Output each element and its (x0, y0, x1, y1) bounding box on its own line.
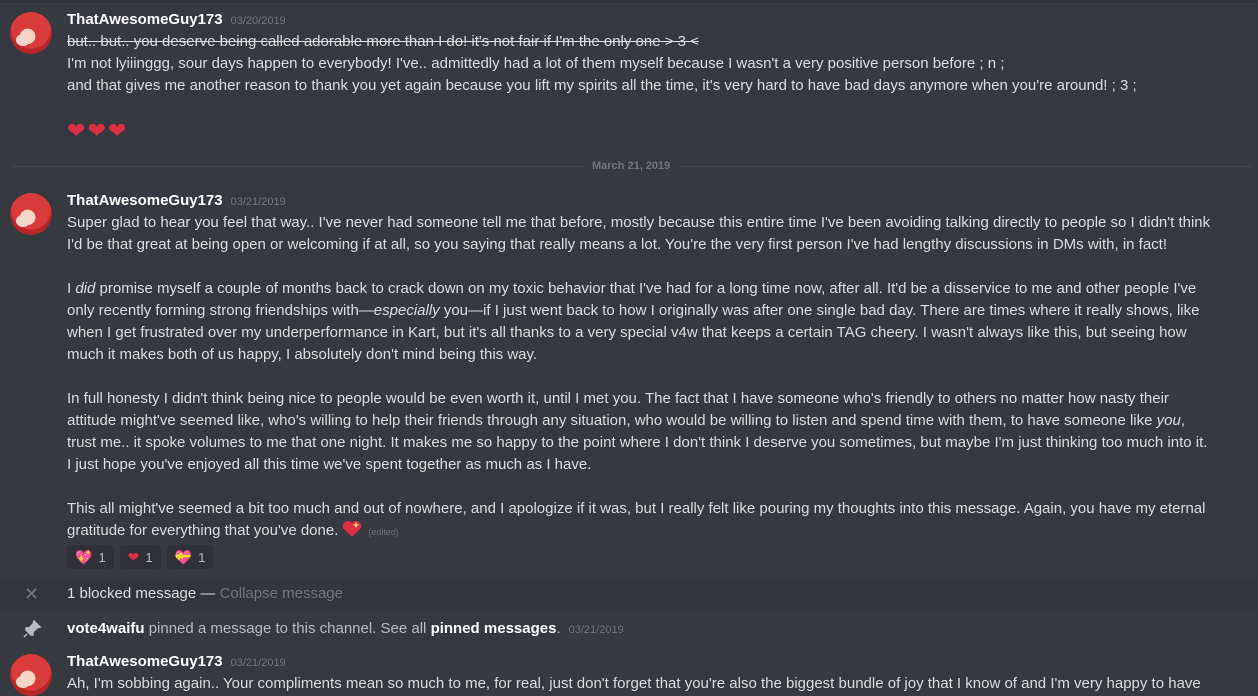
message-header: ThatAwesomeGuy173 03/21/2019 (67, 191, 286, 211)
message-line: Ah, I'm sobbing again.. Your compliments… (67, 675, 1201, 692)
message-line: I'd be that great at being open or welco… (67, 236, 1168, 253)
timestamp: 03/21/2019 (568, 624, 624, 636)
close-icon[interactable]: ✕ (24, 584, 39, 605)
user-avatar[interactable] (10, 654, 52, 696)
date-divider-label: March 21, 2019 (584, 158, 679, 174)
reaction-count: 1 (145, 549, 153, 565)
pin-username[interactable]: vote4waifu (67, 620, 145, 637)
message-line: only recently forming strong friendships… (67, 302, 1200, 319)
message-text: gratitude for everything that you've don… (67, 522, 339, 539)
timestamp: 03/21/2019 (230, 196, 286, 208)
timestamp: 03/21/2019 (230, 657, 286, 669)
message-line: and that gives me another reason to than… (67, 77, 1137, 94)
message-line: when I get frustrated over my underperfo… (67, 324, 1187, 341)
message-line: I just hope you've enjoyed all this time… (67, 456, 592, 473)
top-border (0, 0, 1258, 3)
sparkling-heart-icon: 💖 (75, 548, 93, 565)
user-avatar[interactable] (10, 12, 52, 54)
collapse-message-link[interactable]: Collapse message (220, 585, 343, 602)
heart-emoji-icon: ❤ (67, 118, 86, 143)
message-line: Super glad to hear you feel that way.. I… (67, 214, 1211, 231)
reaction-sparkling-heart[interactable]: 💖 1 (67, 545, 114, 569)
blocked-count: 1 blocked message — (67, 585, 220, 602)
message-line: In full honesty I didn't think being nic… (67, 390, 1169, 407)
pin-notice: vote4waifu pinned a message to this chan… (67, 619, 624, 640)
message-line: but.. but.. you deserve being called ado… (67, 33, 699, 50)
user-avatar[interactable] (10, 193, 52, 235)
message-header: ThatAwesomeGuy173 03/21/2019 (67, 652, 286, 672)
reaction-count: 1 (98, 549, 106, 565)
message-line: much it makes both of us happy, I absolu… (67, 346, 538, 363)
edited-label: (edited) (368, 527, 399, 537)
heart-with-ribbon-icon: 💝 (174, 548, 193, 565)
username[interactable]: ThatAwesomeGuy173 (67, 653, 223, 670)
sparkling-heart-icon (342, 520, 362, 538)
heart-emoji-icon: ❤ (87, 118, 106, 143)
reaction-heart-with-ribbon[interactable]: 💝 1 (166, 545, 214, 569)
emoji-row: ❤ ❤ ❤ (67, 118, 126, 144)
username[interactable]: ThatAwesomeGuy173 (67, 11, 223, 28)
reactions-bar: 💖 1 ❤ 1 💝 1 (67, 545, 214, 569)
pin-notice-punct: . (556, 620, 561, 637)
pin-icon (22, 619, 42, 639)
message-header: ThatAwesomeGuy173 03/20/2019 (67, 10, 286, 30)
pinned-messages-link[interactable]: pinned messages (431, 620, 557, 637)
message-line: I did promise myself a couple of months … (67, 280, 1197, 297)
heart-icon: ❤ (127, 548, 140, 565)
message-line: I'm not lyiiinggg, sour days happen to e… (67, 55, 1005, 72)
timestamp: 03/20/2019 (230, 15, 286, 27)
message-line-last: gratitude for everything that you've don… (67, 520, 1227, 543)
message-line: trust me.. it spoke volumes to me that o… (67, 434, 1208, 451)
message-line: attitude might've seemed like, who's wil… (67, 412, 1186, 429)
blocked-message-text: 1 blocked message — Collapse message (67, 584, 343, 604)
reaction-heart[interactable]: ❤ 1 (119, 545, 161, 569)
username[interactable]: ThatAwesomeGuy173 (67, 192, 223, 209)
heart-emoji-icon: ❤ (107, 118, 127, 143)
pin-notice-text: pinned a message to this channel. See al… (144, 620, 431, 637)
message-line: This all might've seemed a bit too much … (67, 500, 1206, 517)
reaction-count: 1 (198, 549, 206, 565)
